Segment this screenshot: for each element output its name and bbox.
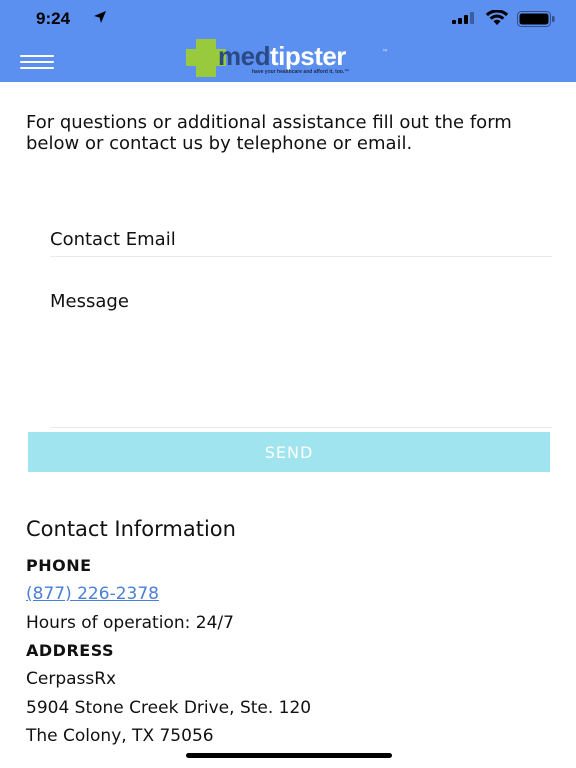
contact-email-field[interactable] xyxy=(50,222,552,257)
medtipster-logo: medtipster ™ have your healthcare and af… xyxy=(186,38,396,80)
address-line-company: CerpassRx xyxy=(26,669,117,689)
hamburger-menu-button[interactable] xyxy=(18,52,56,70)
status-time: 9:24 xyxy=(36,9,71,28)
message-field[interactable] xyxy=(50,290,552,428)
hours-of-operation: Hours of operation: 24/7 xyxy=(26,613,234,633)
phone-number-link[interactable]: (877) 226-2378 xyxy=(26,584,159,604)
location-arrow-icon xyxy=(94,11,106,23)
home-indicator[interactable] xyxy=(186,753,392,758)
phone-label: PHONE xyxy=(26,556,92,575)
send-button[interactable]: SEND xyxy=(28,432,550,472)
contact-information-heading: Contact Information xyxy=(26,517,236,541)
address-line-street: 5904 Stone Creek Drive, Ste. 120 xyxy=(26,698,312,718)
logo-text-tipster: tipster xyxy=(269,41,346,71)
address-line-city: The Colony, TX 75056 xyxy=(26,726,214,746)
address-label: ADDRESS xyxy=(26,641,115,660)
battery-icon xyxy=(517,11,555,27)
cellular-signal-icon xyxy=(452,12,474,24)
logo-trademark: ™ xyxy=(382,49,388,56)
intro-text: For questions or additional assistance f… xyxy=(26,112,512,154)
logo-text-med: med xyxy=(218,41,270,71)
logo-tagline: have your healthcare and afford it, too.… xyxy=(252,69,350,75)
app-header: 9:24 medtipster ™ have your healthcare a… xyxy=(0,0,576,82)
wifi-icon xyxy=(485,10,509,25)
